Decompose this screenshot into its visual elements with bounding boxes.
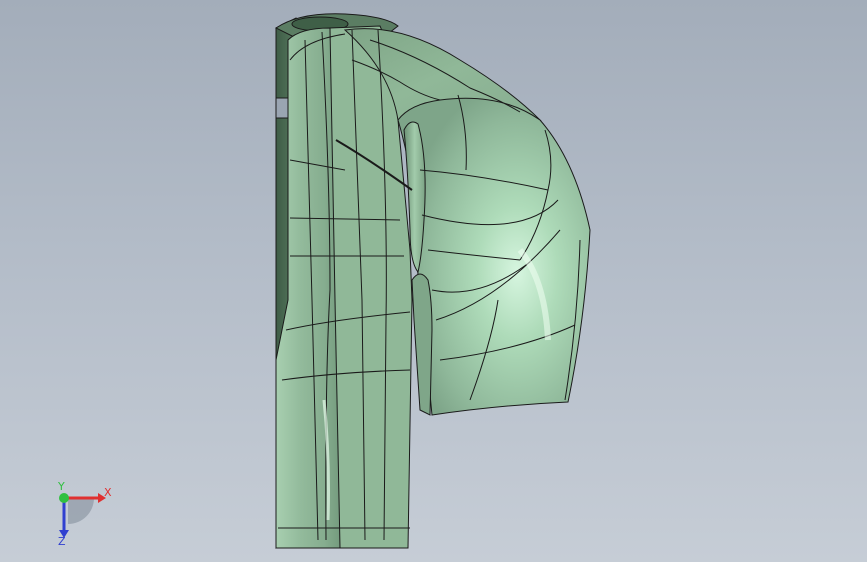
y-axis-dot	[59, 493, 69, 503]
orientation-triad[interactable]: X Y Z	[40, 478, 130, 548]
triad-shadow-arc	[68, 498, 94, 524]
lower-notch	[411, 273, 433, 416]
y-axis-label: Y	[57, 480, 65, 493]
graphics-viewport[interactable]: X Y Z	[0, 0, 867, 562]
z-axis-label: Z	[58, 535, 66, 548]
x-axis-label: X	[104, 486, 112, 499]
cad-model[interactable]	[0, 0, 867, 562]
